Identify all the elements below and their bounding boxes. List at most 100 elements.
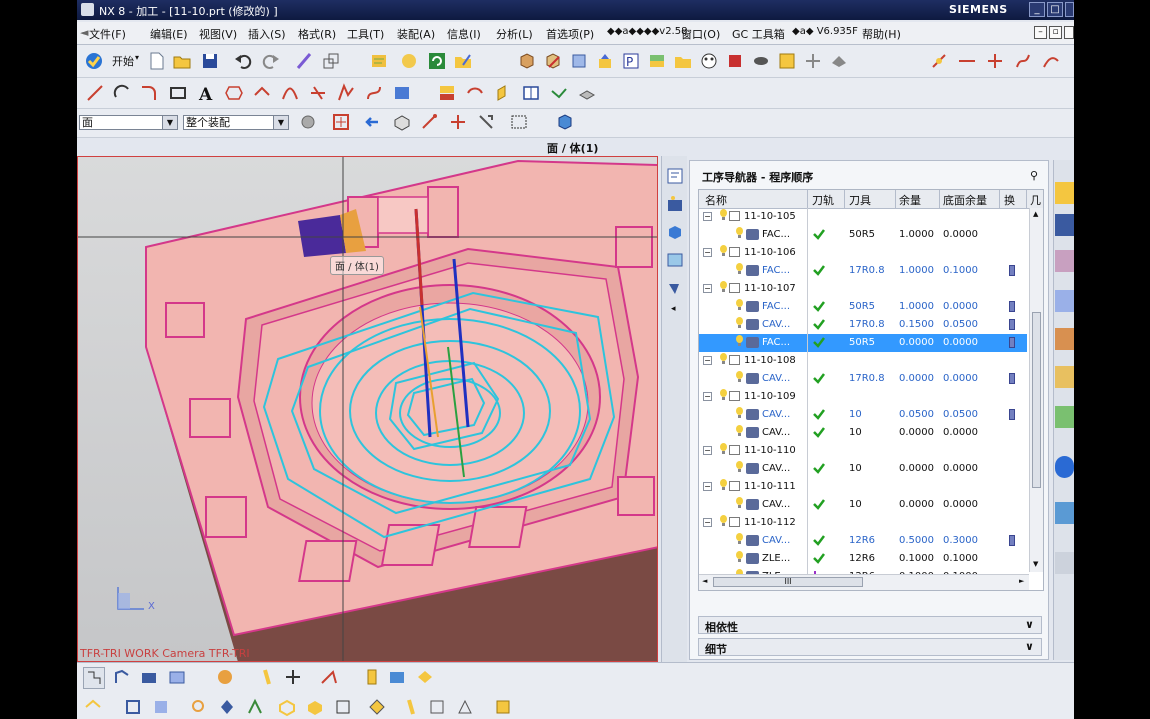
- doc-minimize-button[interactable]: –: [1034, 26, 1047, 39]
- history-icon[interactable]: [1055, 182, 1074, 204]
- web-browser-icon[interactable]: [1055, 366, 1074, 388]
- assembly-icon[interactable]: [399, 51, 419, 71]
- menu-help[interactable]: 帮助(H): [862, 26, 901, 42]
- menu-edit[interactable]: 编辑(E): [150, 26, 188, 42]
- pin-icon[interactable]: ⚲: [1030, 169, 1038, 182]
- menu-gc-toolbox[interactable]: GC 工具箱: [732, 26, 785, 42]
- wireframe-icon[interactable]: [277, 697, 297, 717]
- collapse-icon[interactable]: −: [703, 392, 712, 401]
- feed-icon[interactable]: [1055, 456, 1074, 478]
- operation-row[interactable]: CAV... 10 0.0000 0.0000: [699, 460, 1027, 478]
- geometry-view-icon[interactable]: [699, 51, 719, 71]
- menu-analysis[interactable]: 分析(L): [496, 26, 533, 42]
- trim-curve-icon[interactable]: [392, 83, 412, 103]
- scope-filter-select[interactable]: 整个装配 ▼: [183, 115, 289, 130]
- arc-circle-icon[interactable]: [112, 83, 132, 103]
- column-name[interactable]: 名称: [705, 192, 727, 208]
- select-all-icon[interactable]: [555, 112, 575, 132]
- column-stock[interactable]: 余量: [899, 192, 921, 208]
- part-navigator-tab-icon[interactable]: [665, 222, 685, 242]
- operation-row[interactable]: FAC... 17R0.8 1.0000 0.1000: [699, 262, 1027, 280]
- pan-view-icon[interactable]: [245, 697, 265, 717]
- column-tool-change[interactable]: 换: [1004, 192, 1015, 208]
- create-program-icon[interactable]: [517, 51, 537, 71]
- spline-icon[interactable]: [1041, 51, 1061, 71]
- clock-icon[interactable]: [1055, 552, 1074, 574]
- camera-view-icon[interactable]: [1055, 502, 1074, 524]
- process-studio-icon[interactable]: [1055, 290, 1074, 312]
- operation-row[interactable]: CAV... 17R0.8 0.0000 0.0000: [699, 370, 1027, 388]
- combined-curve-icon[interactable]: [336, 83, 356, 103]
- menu-insert[interactable]: 插入(S): [248, 26, 286, 42]
- menu-preferences[interactable]: 首选项(P): [546, 26, 594, 42]
- program-group-row[interactable]: − 11-10-108: [699, 352, 1027, 370]
- operation-row[interactable]: CAV... 10 0.0000 0.0000: [699, 496, 1027, 514]
- fit-view-icon[interactable]: [151, 697, 171, 717]
- layer-settings-icon[interactable]: [577, 83, 597, 103]
- tool-color-icon[interactable]: [215, 667, 235, 687]
- postprocess-icon[interactable]: [803, 51, 823, 71]
- program-group-row[interactable]: − 11-10-111: [699, 478, 1027, 496]
- collapse-icon[interactable]: −: [703, 212, 712, 221]
- operation-row[interactable]: CAV... 17R0.8 0.1500 0.0500: [699, 316, 1027, 334]
- library-icon[interactable]: [521, 83, 541, 103]
- scroll-left-icon[interactable]: ◄: [702, 577, 707, 585]
- section-view-icon[interactable]: [549, 83, 569, 103]
- save-icon[interactable]: [200, 51, 220, 71]
- horizontal-scrollbar[interactable]: ◄ III ►: [699, 574, 1029, 590]
- program-group-row[interactable]: − 11-10-107: [699, 280, 1027, 298]
- insert-operation-icon[interactable]: [319, 667, 339, 687]
- chevron-down-icon[interactable]: ∨: [1025, 618, 1034, 631]
- vertical-scroll-thumb[interactable]: [1032, 312, 1041, 488]
- move-object-icon[interactable]: [437, 83, 457, 103]
- perspective-icon[interactable]: [367, 697, 387, 717]
- undo-icon[interactable]: [233, 51, 253, 71]
- chevron-down-icon[interactable]: ∨: [1025, 640, 1034, 653]
- graphics-viewport[interactable]: 面 / 体(1) X TFR-TRI WORK Camera TFR-TRI: [77, 156, 658, 662]
- collapse-icon[interactable]: −: [703, 284, 712, 293]
- create-tool-icon[interactable]: [543, 51, 563, 71]
- collapse-icon[interactable]: −: [703, 518, 712, 527]
- menu-format[interactable]: 格式(R): [298, 26, 336, 42]
- background-icon[interactable]: [455, 697, 475, 717]
- stock-icon[interactable]: [387, 667, 407, 687]
- scroll-right-icon[interactable]: ►: [1019, 577, 1024, 585]
- collapse-icon[interactable]: −: [703, 482, 712, 491]
- program-group-row[interactable]: − 11-10-106: [699, 244, 1027, 262]
- details-panel[interactable]: 细节 ∨: [698, 638, 1042, 656]
- scroll-down-icon[interactable]: ▼: [1033, 560, 1038, 568]
- tool-path-link-icon[interactable]: [257, 667, 277, 687]
- rectangle-icon[interactable]: [168, 83, 188, 103]
- refresh-icon[interactable]: [427, 51, 447, 71]
- menu-assembly[interactable]: 装配(A): [397, 26, 435, 42]
- fillet-icon[interactable]: [139, 83, 159, 103]
- menu-tools[interactable]: 工具(T): [347, 26, 384, 42]
- operation-navigator-tab-icon[interactable]: [665, 278, 685, 298]
- doc-restore-button[interactable]: ▫: [1049, 26, 1062, 39]
- program-group-icon[interactable]: [112, 667, 132, 687]
- column-tool[interactable]: 刀具: [849, 192, 871, 208]
- curve-icon[interactable]: [1013, 51, 1033, 71]
- add-point-icon[interactable]: [283, 667, 303, 687]
- sketch-icon[interactable]: [295, 51, 315, 71]
- horizontal-scroll-thumb[interactable]: III: [713, 577, 863, 587]
- machine-tool-view-icon[interactable]: [673, 51, 693, 71]
- operation-row[interactable]: FAC... 50R5 1.0000 0.0000: [699, 298, 1027, 316]
- roles-icon[interactable]: [1055, 328, 1074, 350]
- text-icon[interactable]: A: [196, 83, 216, 105]
- method-view-icon[interactable]: [725, 51, 745, 71]
- constraint-navigator-icon[interactable]: [665, 194, 685, 214]
- layer-icon[interactable]: [401, 697, 421, 717]
- operation-row[interactable]: CAV... 10 0.0500 0.0500: [699, 406, 1027, 424]
- redo-icon[interactable]: [261, 51, 281, 71]
- view-section-icon[interactable]: [427, 697, 447, 717]
- tool-group-icon[interactable]: [139, 667, 159, 687]
- edit-object-icon[interactable]: [453, 51, 473, 71]
- new-file-icon[interactable]: [147, 51, 167, 71]
- operation-row[interactable]: ZLE... 12R6 0.1000 0.1000: [699, 550, 1027, 568]
- program-group-row[interactable]: − 11-10-109: [699, 388, 1027, 406]
- column-geometry[interactable]: 几: [1030, 192, 1041, 208]
- type-filter-select[interactable]: 面 ▼: [79, 115, 178, 130]
- machine-navigator-icon[interactable]: [1055, 214, 1074, 236]
- restore-button[interactable]: □: [1047, 2, 1063, 17]
